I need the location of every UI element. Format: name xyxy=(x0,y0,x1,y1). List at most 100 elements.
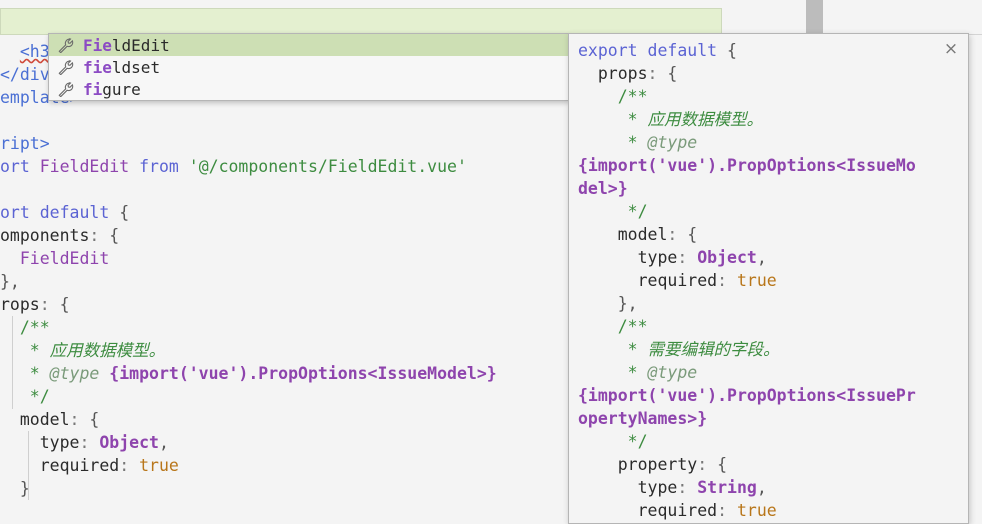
code-token: property xyxy=(578,455,697,474)
code-token: del>} xyxy=(578,179,628,198)
code-line[interactable]: FieldEdit xyxy=(0,247,109,270)
code-token: default xyxy=(648,41,727,60)
code-token: FieldEdit xyxy=(0,249,109,268)
code-token: model xyxy=(0,410,70,429)
documentation-line: del>} xyxy=(578,177,964,200)
code-token: 应用数据模型。 xyxy=(648,110,764,129)
documentation-line: property: { xyxy=(578,453,964,476)
match-suffix: ldset xyxy=(112,58,160,77)
code-line[interactable]: */ xyxy=(0,385,50,408)
autocomplete-item[interactable]: fieldset xyxy=(49,56,568,78)
code-token: : xyxy=(697,455,717,474)
current-line-text[interactable]: <Fie xyxy=(14,10,114,33)
code-token: type xyxy=(578,478,677,497)
code-token: * xyxy=(578,340,648,359)
documentation-line: * @type xyxy=(578,131,964,154)
code-line[interactable]: ort default { xyxy=(0,201,129,224)
code-token: , xyxy=(159,433,169,452)
code-token: Object xyxy=(99,433,159,452)
code-token: { xyxy=(60,295,70,314)
code-token: * xyxy=(0,341,50,360)
code-token: 应用数据模型。 xyxy=(50,341,166,360)
autocomplete-popup[interactable]: FieldEdit fieldset figure xyxy=(48,33,569,101)
documentation-line: props: { xyxy=(578,62,964,85)
wrench-icon xyxy=(57,37,76,53)
code-token: } xyxy=(0,479,30,498)
match-prefix: Fie xyxy=(83,36,112,55)
autocomplete-item-label: figure xyxy=(83,80,141,99)
code-token: {import('vue').PropOptions<IssuePr xyxy=(578,386,916,405)
documentation-line: model: { xyxy=(578,223,964,246)
code-line[interactable]: * @type {import('vue').PropOptions<Issue… xyxy=(0,362,497,385)
code-line[interactable]: omponents: { xyxy=(0,224,119,247)
code-token: {import('vue').PropOptions<IssueMo xyxy=(578,156,916,175)
code-token: * xyxy=(0,364,50,383)
code-token: from xyxy=(139,157,189,176)
match-prefix: fie xyxy=(83,58,112,77)
code-token: @type xyxy=(50,364,110,383)
code-line[interactable]: required: true xyxy=(0,454,179,477)
documentation-line: /** xyxy=(578,315,964,338)
code-token: : xyxy=(79,433,99,452)
code-token: : xyxy=(648,64,668,83)
code-token: /** xyxy=(578,317,648,336)
code-token: rops xyxy=(0,295,40,314)
code-line[interactable]: /** xyxy=(0,316,50,339)
code-token: : xyxy=(40,295,60,314)
code-line[interactable]: ript> xyxy=(0,132,50,155)
code-token: { xyxy=(727,41,737,60)
code-token: model xyxy=(578,225,667,244)
code-token: type xyxy=(578,248,677,267)
code-token: required xyxy=(0,456,119,475)
code-token: */ xyxy=(0,387,50,406)
code-token: omponents xyxy=(0,226,89,245)
code-line[interactable]: * 应用数据模型。 xyxy=(0,339,165,362)
code-line[interactable]: } xyxy=(0,477,30,500)
match-prefix: fi xyxy=(83,80,102,99)
code-token: }, xyxy=(0,272,20,291)
code-token: {import('vue').PropOptions<IssueModel>} xyxy=(109,364,496,383)
code-token: true xyxy=(737,271,777,290)
indent-guide xyxy=(12,316,13,409)
code-token: /** xyxy=(0,318,50,337)
documentation-line: /** xyxy=(578,85,964,108)
code-token: FieldEdit xyxy=(40,157,139,176)
ide-window: 值得注意的是F就据完 ="a ZeC'e'asininke <h3></div>… xyxy=(0,0,982,524)
code-token: : xyxy=(89,226,109,245)
code-token: { xyxy=(687,225,697,244)
autocomplete-item[interactable]: figure xyxy=(49,78,568,100)
autocomplete-item-label: fieldset xyxy=(83,58,160,77)
code-token: default xyxy=(40,203,119,222)
documentation-line: * 应用数据模型。 xyxy=(578,108,964,131)
code-token: }, xyxy=(578,294,638,313)
horizontal-scroll-rail[interactable] xyxy=(0,0,982,8)
code-token: { xyxy=(119,203,129,222)
code-line[interactable]: model: { xyxy=(0,408,99,431)
documentation-line: {import('vue').PropOptions<IssueMo xyxy=(578,154,964,177)
code-token: ort xyxy=(0,157,40,176)
code-token: , xyxy=(757,478,767,497)
wrench-icon xyxy=(57,81,76,97)
code-token: export xyxy=(578,41,648,60)
documentation-popup[interactable]: × export default { props: { /** * 应用数据模型… xyxy=(568,33,969,524)
documentation-line: opertyNames>} xyxy=(578,407,964,430)
code-line[interactable]: type: Object, xyxy=(0,431,169,454)
code-line[interactable]: }, xyxy=(0,270,20,293)
documentation-line: type: String, xyxy=(578,476,964,499)
scrollbar-thumb[interactable] xyxy=(806,0,823,33)
documentation-line: export default { xyxy=(578,39,964,62)
code-token: String xyxy=(697,478,757,497)
code-token: required xyxy=(578,271,717,290)
code-token: opertyNames>} xyxy=(578,409,707,428)
documentation-content: export default { props: { /** * 应用数据模型。 … xyxy=(578,39,964,524)
autocomplete-list[interactable]: FieldEdit fieldset figure xyxy=(49,34,568,100)
code-token: @type xyxy=(648,133,698,152)
code-token: * xyxy=(578,363,648,382)
code-line[interactable]: rops: { xyxy=(0,293,70,316)
code-line[interactable]: ort FieldEdit from '@/components/FieldEd… xyxy=(0,155,467,178)
code-token: @type xyxy=(648,363,698,382)
code-token: : xyxy=(677,248,697,267)
code-token: true xyxy=(139,456,179,475)
autocomplete-item[interactable]: FieldEdit xyxy=(49,34,568,56)
documentation-line: }, xyxy=(578,292,964,315)
